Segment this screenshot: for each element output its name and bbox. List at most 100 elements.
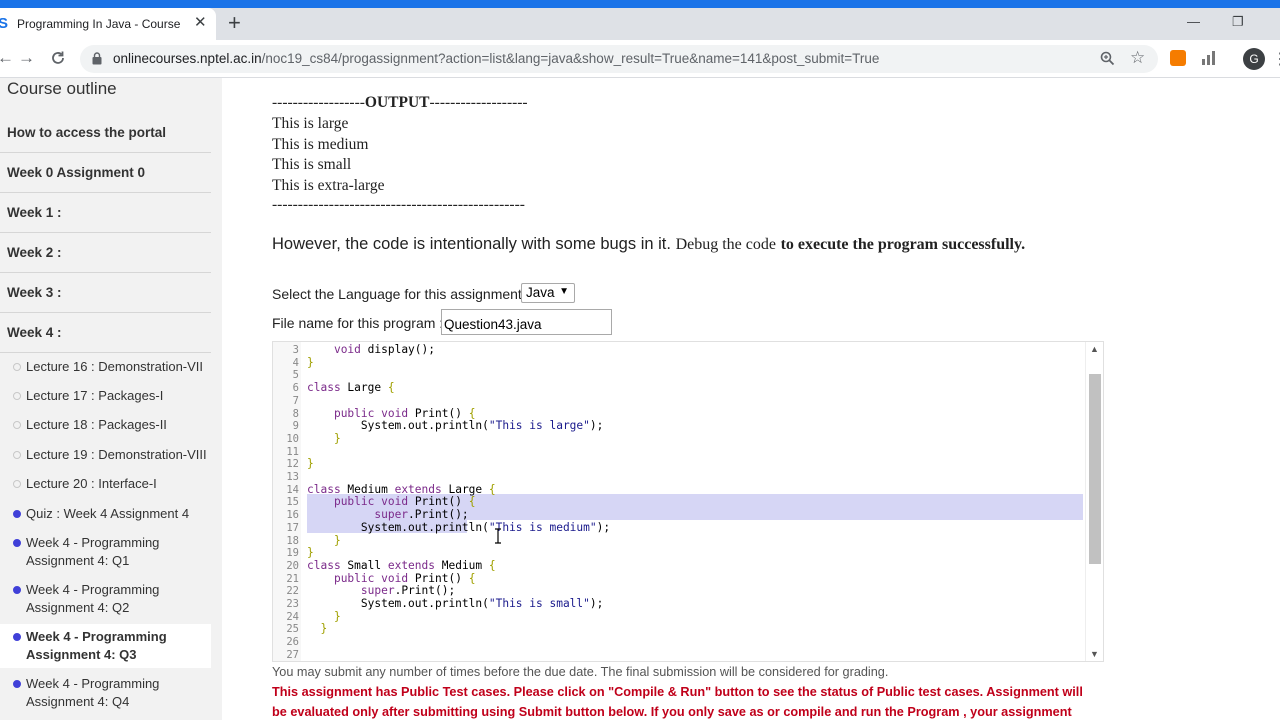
line-number: 18 — [286, 534, 299, 547]
sidebar-item-prog-q2[interactable]: Week 4 - Programming Assignment 4: Q2 — [13, 581, 159, 617]
code-text: } — [333, 533, 341, 547]
unvisited-dot-icon — [13, 363, 21, 371]
visited-dot-icon — [13, 510, 21, 518]
code-text: } — [307, 546, 314, 560]
code-text: class Large { — [307, 381, 395, 395]
code-text: class Medium extends Large { — [307, 482, 496, 496]
close-tab-icon[interactable]: ✕ — [194, 15, 207, 31]
reload-icon[interactable] — [50, 50, 66, 66]
code-text: System.out.println("This is medium"); — [307, 520, 611, 534]
extension-shopping-icon[interactable] — [1170, 50, 1186, 66]
sidebar-link-week0[interactable]: Week 0 Assignment 0 — [7, 165, 145, 180]
code-line: 9 System.out.println("This is large"); — [273, 419, 1083, 433]
unvisited-dot-icon — [13, 421, 21, 429]
line-number: 26 — [286, 636, 299, 649]
code-text: } — [320, 622, 328, 636]
code-line: 6 class Large { — [273, 381, 1083, 395]
language-select[interactable]: Java ▼ — [521, 283, 575, 303]
filename-input[interactable] — [441, 309, 612, 335]
line-number: 7 — [292, 394, 299, 407]
code-line: 25 } — [273, 623, 1083, 636]
sidebar-item-prog-q1[interactable]: Week 4 - Programming Assignment 4: Q1 — [13, 534, 159, 570]
output-line-1: This is large — [272, 115, 349, 132]
dropdown-arrow-icon: ▼ — [559, 286, 569, 297]
divider — [0, 152, 211, 153]
line-number: 12 — [286, 458, 299, 471]
code-text: } — [307, 355, 314, 369]
new-tab-button[interactable]: + — [228, 12, 241, 34]
sidebar-item-lecture16[interactable]: Lecture 16 : Demonstration-VII — [13, 358, 203, 376]
code-editor[interactable]: 3 void display(); 4} 5 6 class Large {7 8 pub… — [272, 341, 1104, 662]
sidebar-link-portal[interactable]: How to access the portal — [7, 125, 166, 140]
url-field[interactable]: onlinecourses.nptel.ac.in/noc19_cs84/pro… — [80, 45, 1158, 73]
minimize-button[interactable]: — — [1187, 14, 1200, 29]
sidebar-title: Course outline — [7, 79, 117, 98]
editor-scrollbar[interactable]: ▲ ▼ — [1085, 342, 1103, 661]
window-top-strip — [0, 0, 1280, 8]
sidebar-link-week2[interactable]: Week 2 : — [7, 245, 62, 260]
line-number: 23 — [286, 598, 299, 610]
forward-icon[interactable]: → — [18, 48, 35, 68]
code-text: } — [333, 609, 341, 623]
sidebar-item-prog-q4[interactable]: Week 4 - Programming Assignment 4: Q4 — [13, 675, 159, 711]
visited-dot-icon — [13, 633, 21, 641]
line-number: 5 — [292, 369, 299, 382]
extension-chart-icon[interactable] — [1201, 50, 1217, 66]
tab-title: Programming In Java - Course — [17, 17, 181, 31]
warning-line-1: This assignment has Public Test cases. P… — [272, 685, 1083, 699]
profile-avatar[interactable]: G — [1243, 48, 1265, 70]
line-number: 6 — [292, 382, 299, 395]
line-number: 11 — [286, 445, 299, 458]
zoom-icon[interactable] — [1100, 51, 1115, 66]
divider — [0, 272, 211, 273]
back-icon[interactable]: ← — [0, 48, 14, 68]
code-line: 12} — [273, 457, 1083, 471]
sidebar-link-week3[interactable]: Week 3 : — [7, 285, 62, 300]
visited-dot-icon — [13, 586, 21, 594]
line-number: 14 — [286, 483, 299, 496]
code-text: System.out.println("This is small"); — [307, 597, 604, 610]
line-number: 3 — [292, 344, 299, 356]
scroll-up-arrow-icon[interactable]: ▲ — [1090, 344, 1099, 354]
code-line: 10 } — [273, 432, 1083, 446]
code-line: 4} — [273, 355, 1083, 370]
restore-button[interactable]: ❐ — [1232, 14, 1244, 30]
text-cursor-icon — [495, 528, 501, 544]
code-text: public void Print() { — [333, 406, 476, 420]
line-number: 9 — [292, 420, 299, 433]
scroll-thumb[interactable] — [1089, 374, 1101, 564]
browser-tab[interactable]: S Programming In Java - Course ✕ — [0, 8, 216, 40]
scroll-down-arrow-icon[interactable]: ▼ — [1090, 649, 1099, 659]
sidebar-link-week4[interactable]: Week 4 : — [7, 325, 62, 340]
sidebar-item-quiz4[interactable]: Quiz : Week 4 Assignment 4 — [13, 505, 189, 523]
menu-kebab-icon[interactable]: ⋮ — [1272, 49, 1280, 69]
line-number: 24 — [286, 610, 299, 623]
sidebar-item-prog-q3[interactable]: Week 4 - Programming Assignment 4: Q3 — [13, 628, 167, 664]
divider — [0, 232, 211, 233]
language-label: Select the Language for this assignment. — [272, 286, 526, 302]
output-line-4: This is extra-large — [272, 177, 385, 194]
bookmark-star-icon[interactable]: ☆ — [1130, 48, 1145, 68]
output-heading: ------------------OUTPUT----------------… — [272, 94, 528, 111]
sidebar-item-lecture18[interactable]: Lecture 18 : Packages-II — [13, 416, 167, 434]
unvisited-dot-icon — [13, 392, 21, 400]
unvisited-dot-icon — [13, 480, 21, 488]
line-number: 8 — [292, 407, 299, 420]
assignment-content: ------------------OUTPUT----------------… — [222, 78, 1280, 720]
course-outline-sidebar: Course outline How to access the portal … — [0, 78, 222, 720]
divider — [0, 352, 211, 353]
divider — [0, 192, 211, 193]
lock-icon[interactable] — [92, 52, 102, 65]
code-text: public void Print() { — [333, 495, 476, 509]
line-number: 15 — [286, 496, 299, 509]
code-line: 18 } — [273, 533, 1083, 548]
sidebar-item-lecture17[interactable]: Lecture 17 : Packages-I — [13, 387, 163, 405]
sidebar-item-lecture19[interactable]: Lecture 19 : Demonstration-VIII — [13, 446, 207, 464]
visited-dot-icon — [13, 680, 21, 688]
line-number: 10 — [286, 432, 299, 445]
line-number: 13 — [286, 471, 299, 483]
sidebar-link-week1[interactable]: Week 1 : — [7, 205, 62, 220]
sidebar-item-lecture20[interactable]: Lecture 20 : Interface-I — [13, 475, 157, 493]
unvisited-dot-icon — [13, 451, 21, 459]
line-number: 16 — [286, 509, 299, 522]
